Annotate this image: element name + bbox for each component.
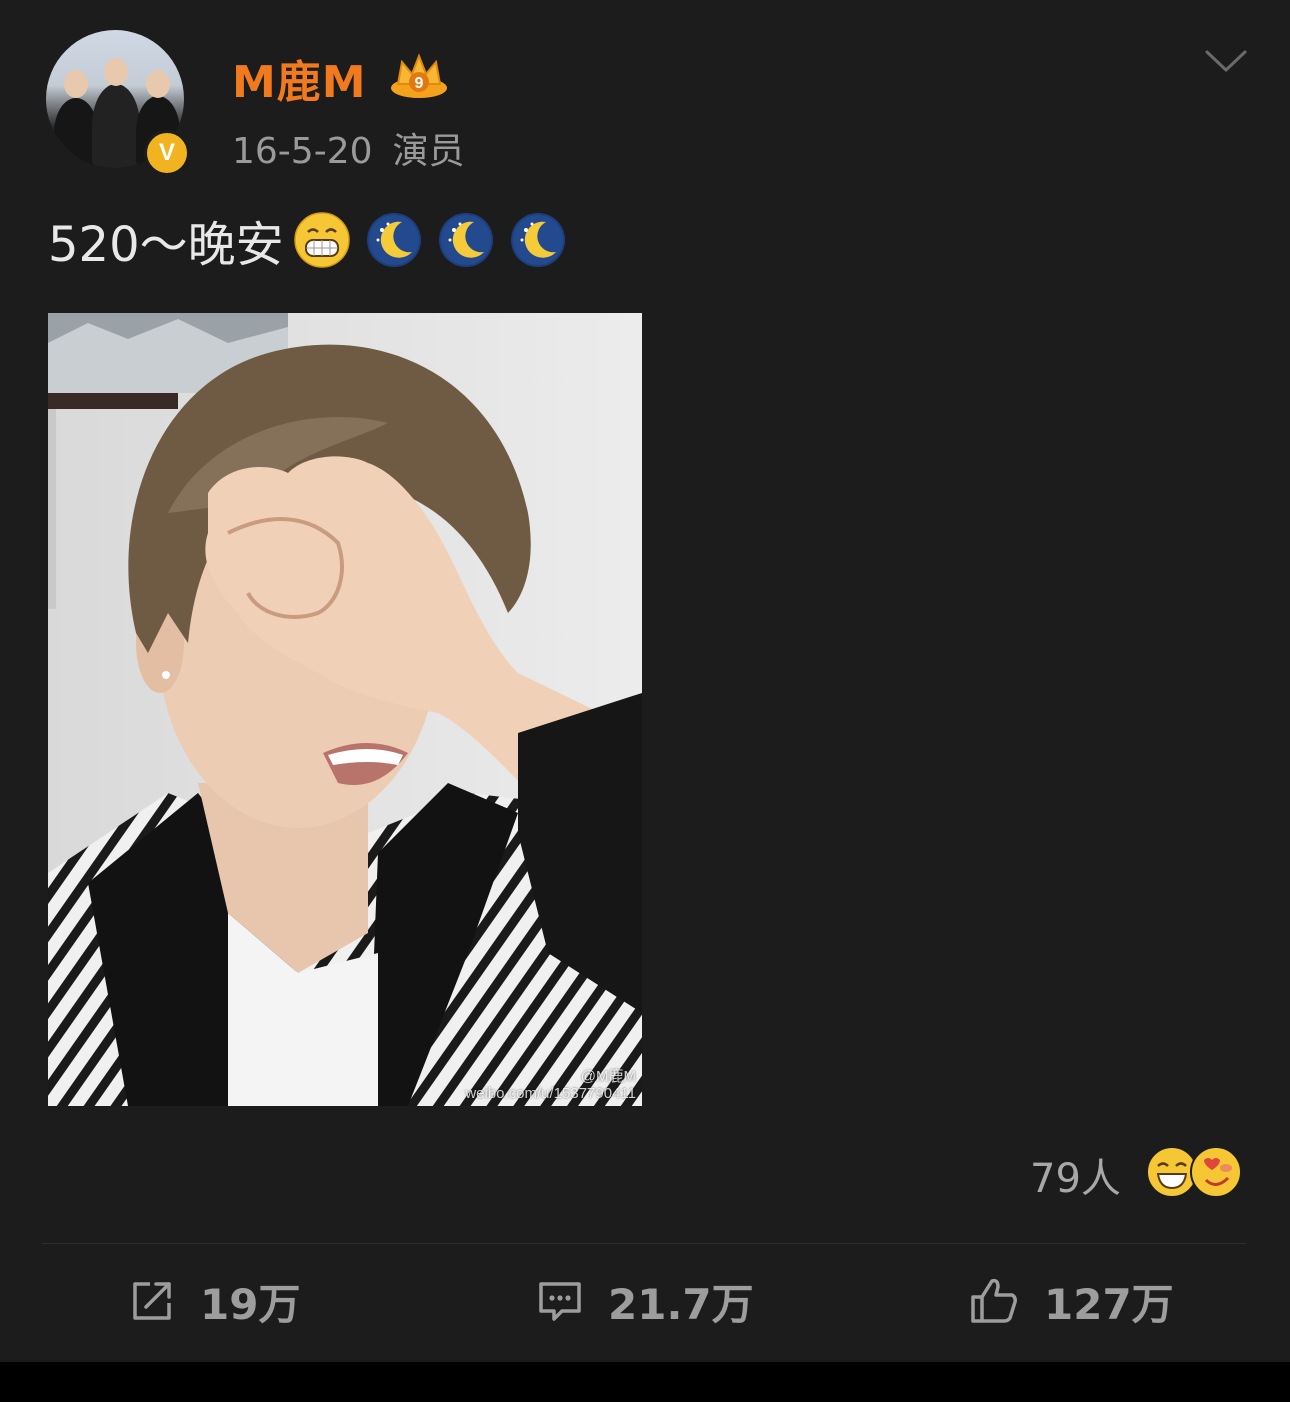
avatar-figure	[92, 84, 140, 168]
like-button[interactable]: 127万	[968, 1272, 1174, 1330]
post-text: 520～晚安	[48, 208, 566, 273]
post-date: 16-5-20	[232, 131, 373, 172]
avatar-face	[64, 70, 88, 98]
bottom-edge	[0, 1362, 1290, 1402]
thumbs-up-icon	[971, 1278, 1017, 1323]
watermark-handle: @M鹿M	[580, 1068, 636, 1085]
repost-button[interactable]: 19万	[128, 1272, 300, 1330]
avatar-face	[146, 70, 170, 98]
post-meta: 16-5-20 演员	[232, 122, 465, 174]
love-emoji-icon[interactable]	[1190, 1146, 1242, 1198]
like-count: 127万	[1044, 1279, 1174, 1329]
comment-icon	[539, 1282, 581, 1321]
divider	[42, 1243, 1246, 1244]
comment-count: 21.7万	[608, 1279, 754, 1329]
moon-emoji-icon	[366, 213, 421, 267]
repost-icon	[133, 1282, 171, 1320]
username[interactable]: M鹿M	[232, 46, 367, 110]
post-image-drawing	[48, 313, 642, 1106]
avatar-face	[104, 58, 128, 86]
repost-count: 19万	[200, 1279, 301, 1329]
grin-emoji-icon	[293, 212, 350, 268]
image-watermark: @M鹿M weibo.com/u/1537790411	[465, 1068, 636, 1102]
verified-badge-icon: V	[144, 130, 190, 176]
user-tag: 演员	[392, 131, 465, 172]
post-text-content: 520～晚安	[48, 217, 284, 273]
crown-level-badge-icon[interactable]: 9	[388, 50, 450, 100]
comment-button[interactable]: 21.7万	[536, 1272, 754, 1330]
svg-text:9: 9	[415, 75, 424, 92]
moon-emoji-icon	[510, 213, 565, 267]
post-image[interactable]: @M鹿M weibo.com/u/1537790411	[48, 313, 642, 1106]
weibo-post: V M鹿M 9 16-5-20 演员 520～晚安 @M鹿M weibo.com…	[0, 0, 1290, 1362]
reaction-count[interactable]: 79人	[1030, 1146, 1121, 1204]
watermark-url: weibo.com/u/1537790411	[465, 1085, 636, 1102]
chevron-down-icon[interactable]	[1204, 46, 1248, 76]
moon-emoji-icon	[438, 213, 493, 267]
